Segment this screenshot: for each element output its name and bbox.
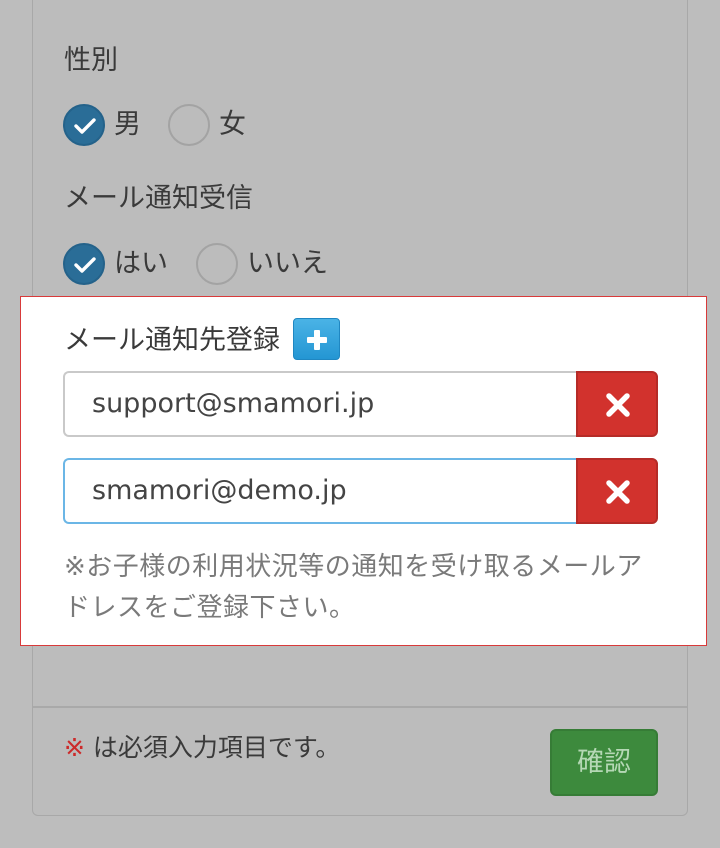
email-registration-label: メール通知先登録 xyxy=(64,325,280,356)
email-registration-note: ※お子様の利用状況等の通知を受け取るメールアドレスをご登録下さい。 xyxy=(64,552,643,623)
close-icon xyxy=(606,480,630,504)
required-text: は必須入力項目です。 xyxy=(84,733,341,762)
gender-female-radio[interactable] xyxy=(168,104,210,146)
gender-female-label: 女 xyxy=(219,109,246,140)
plus-icon xyxy=(307,330,327,350)
mail-notify-yes-radio[interactable] xyxy=(63,243,105,285)
mail-notify-label: メール通知受信 xyxy=(64,183,253,214)
delete-email-button[interactable] xyxy=(576,458,658,524)
delete-email-button[interactable] xyxy=(576,371,658,437)
email-field[interactable]: smamori@demo.jp xyxy=(63,458,578,524)
add-email-button[interactable] xyxy=(293,318,340,360)
close-icon xyxy=(606,393,630,417)
footer-divider xyxy=(33,706,687,708)
confirm-button[interactable]: 確認 xyxy=(550,729,658,796)
required-mark: ※ xyxy=(64,733,85,762)
check-icon xyxy=(74,118,96,134)
required-fields-note: ※ は必須入力項目です。 xyxy=(64,728,340,764)
gender-label: 性別 xyxy=(64,45,118,76)
mail-notify-yes-label: はい xyxy=(114,248,168,279)
check-icon xyxy=(74,257,96,273)
mail-notify-no-label: いいえ xyxy=(247,248,328,279)
gender-male-label: 男 xyxy=(114,109,141,140)
gender-male-radio[interactable] xyxy=(63,104,105,146)
email-field[interactable]: support@smamori.jp xyxy=(63,371,578,437)
mail-notify-no-radio[interactable] xyxy=(196,243,238,285)
